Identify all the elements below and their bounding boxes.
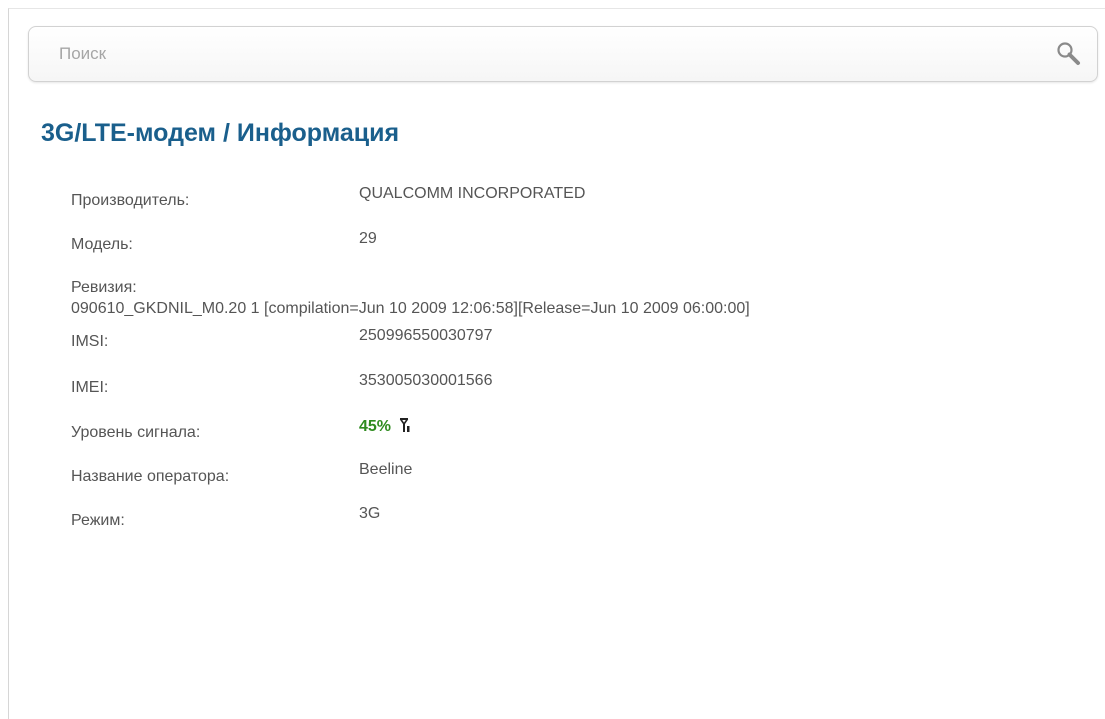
imei-label: IMEI:: [71, 379, 109, 396]
revision-label: Ревизия:: [71, 279, 137, 296]
breadcrumb-page: Информация: [236, 119, 400, 147]
revision-value: 090610_GKDNIL_M0.20 1 [compilation=Jun 1…: [71, 300, 750, 317]
signal-label: Уровень сигнала:: [71, 424, 201, 441]
signal-level: 45%: [359, 417, 411, 436]
manufacturer-label: Производитель:: [71, 192, 190, 209]
model-value: 29: [359, 230, 377, 247]
breadcrumb-section: 3G/LTE-модем /: [41, 119, 230, 147]
search-icon[interactable]: [1055, 40, 1083, 68]
mode-value: 3G: [359, 505, 381, 522]
page-title: 3G/LTE-модем / Информация: [41, 119, 399, 148]
search-box[interactable]: [28, 26, 1098, 82]
mode-label: Режим:: [71, 512, 125, 529]
operator-label: Название оператора:: [71, 468, 230, 485]
imsi-label: IMSI:: [71, 333, 109, 350]
imei-value: 353005030001566: [359, 372, 493, 389]
search-input[interactable]: [29, 27, 1029, 81]
content-panel: 3G/LTE-модем / Информация Производитель:…: [8, 8, 1105, 719]
imsi-value: 250996550030797: [359, 327, 493, 344]
signal-antenna-icon: [400, 418, 410, 432]
operator-value: Beeline: [359, 461, 413, 478]
model-label: Модель:: [71, 236, 133, 253]
manufacturer-value: QUALCOMM INCORPORATED: [359, 185, 586, 202]
signal-value: 45%: [359, 418, 392, 435]
